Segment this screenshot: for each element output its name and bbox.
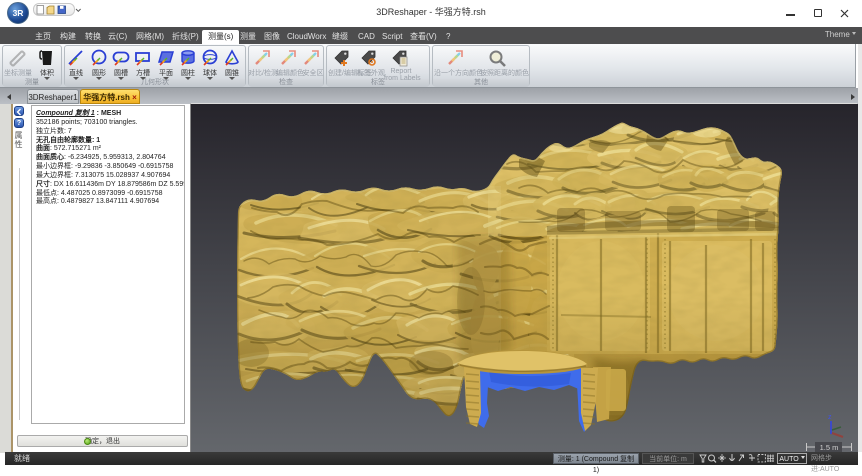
svg-text:1.5 m: 1.5 m bbox=[820, 443, 839, 452]
svg-text:z: z bbox=[828, 414, 832, 421]
